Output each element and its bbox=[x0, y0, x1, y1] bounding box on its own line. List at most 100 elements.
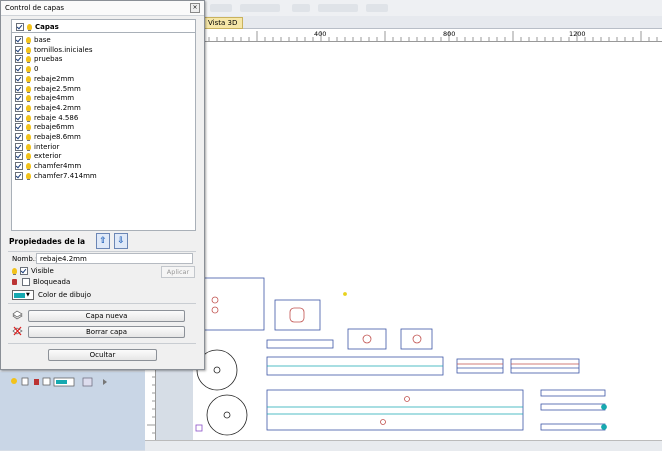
layer-visible-checkbox[interactable] bbox=[15, 133, 23, 141]
layer-visible-checkbox[interactable] bbox=[15, 162, 23, 171]
layer-row[interactable]: rebaje4.2mm bbox=[15, 103, 81, 113]
visible-row: Visible bbox=[12, 267, 54, 275]
menu-item[interactable] bbox=[292, 4, 310, 12]
layer-visible-checkbox[interactable] bbox=[15, 103, 23, 112]
layer-visible-checkbox[interactable] bbox=[15, 45, 23, 54]
layer-name: 0 bbox=[34, 65, 39, 74]
layer-name: rebaje2mm bbox=[34, 74, 75, 83]
layer-row[interactable]: 0 bbox=[15, 64, 38, 74]
layer-visible-checkbox[interactable] bbox=[15, 36, 23, 44]
layer-name: rebaje 4.586 bbox=[34, 113, 79, 122]
layer-visible-checkbox[interactable] bbox=[15, 142, 23, 151]
layer-visible-checkbox[interactable] bbox=[15, 74, 23, 83]
layer-row[interactable]: rebaje8.6mm bbox=[15, 132, 81, 142]
horizontal-scrollbar[interactable] bbox=[145, 440, 662, 451]
layer-visible-checkbox[interactable] bbox=[15, 55, 23, 64]
move-up-button[interactable]: ⇧ bbox=[96, 233, 110, 249]
layers-list-header: Capas bbox=[11, 19, 196, 33]
color-picker-button[interactable]: ▼ bbox=[12, 290, 34, 300]
bulb-icon bbox=[11, 378, 17, 384]
layer-name: chamfer7.414mm bbox=[34, 171, 97, 180]
layer-row[interactable]: interior bbox=[15, 142, 59, 152]
layer-visible-checkbox[interactable] bbox=[15, 94, 23, 103]
hide-button[interactable]: Ocultar bbox=[48, 349, 157, 361]
ruler-top: 400 800 1200 bbox=[193, 29, 662, 42]
bulb-icon bbox=[26, 46, 31, 54]
layer-name: tornillos.iniciales bbox=[34, 45, 93, 54]
part-long-rail bbox=[266, 389, 524, 431]
menu-item[interactable] bbox=[240, 4, 280, 12]
layer-row[interactable]: chamfer7.414mm bbox=[15, 171, 97, 181]
ruler-tick-label: 800 bbox=[443, 30, 456, 38]
tab-vista-3d[interactable]: Vista 3D bbox=[202, 17, 244, 29]
menu-item[interactable] bbox=[366, 4, 388, 12]
bulb-icon bbox=[26, 95, 31, 103]
layer-row[interactable]: rebaje2.5mm bbox=[15, 84, 81, 94]
layer-visible-checkbox[interactable] bbox=[15, 84, 23, 93]
layer-visible-checkbox[interactable] bbox=[15, 65, 23, 74]
drawing-canvas[interactable] bbox=[193, 42, 662, 440]
print-icon bbox=[103, 379, 107, 385]
part-block bbox=[274, 299, 321, 331]
ruler-tick-label: 400 bbox=[314, 30, 327, 38]
color-swatch bbox=[14, 292, 25, 298]
layer-name: rebaje8.6mm bbox=[34, 133, 81, 141]
layer-row[interactable]: rebaje6mm bbox=[15, 122, 74, 132]
part-bracket bbox=[347, 328, 387, 350]
layer-row[interactable]: rebaje2mm bbox=[15, 74, 74, 84]
bulb-icon bbox=[26, 134, 31, 141]
layer-row[interactable]: tornillos.iniciales bbox=[15, 45, 93, 55]
layer-name-input[interactable]: rebaje4.2mm bbox=[36, 253, 193, 264]
layer-row[interactable]: pruebas bbox=[15, 54, 62, 64]
locked-row: Bloqueada bbox=[12, 278, 70, 286]
part-plate bbox=[200, 277, 265, 331]
checkbox-icon bbox=[42, 377, 51, 386]
close-icon[interactable]: × bbox=[190, 3, 200, 13]
visible-label: Visible bbox=[31, 267, 54, 275]
visible-checkbox[interactable] bbox=[20, 267, 28, 275]
part-bracket-2 bbox=[400, 328, 433, 350]
layer-toolbar bbox=[10, 376, 120, 388]
arrow-up-icon: ⇧ bbox=[99, 236, 107, 246]
layer-row[interactable]: rebaje4mm bbox=[15, 93, 74, 103]
delete-layer-button[interactable]: Borrar capa bbox=[28, 326, 185, 338]
layer-name: pruebas bbox=[34, 55, 63, 64]
layer-name: base bbox=[34, 36, 51, 44]
all-layers-checkbox[interactable] bbox=[16, 23, 24, 31]
layer-row[interactable]: chamfer4mm bbox=[15, 161, 81, 171]
menu-item[interactable] bbox=[210, 4, 232, 12]
new-layer-icon bbox=[12, 310, 23, 320]
lock-icon bbox=[12, 279, 17, 285]
layer-name: rebaje4.2mm bbox=[34, 103, 81, 112]
bulb-icon bbox=[26, 163, 31, 171]
ruler-top-ticks bbox=[193, 31, 658, 41]
locked-checkbox[interactable] bbox=[22, 278, 30, 286]
layer-visible-checkbox[interactable] bbox=[15, 171, 23, 180]
locked-label: Bloqueada bbox=[33, 278, 71, 286]
layers-list[interactable]: base tornillos.iniciales pruebas 0 rebaje2mm… bbox=[11, 32, 196, 231]
part-bar bbox=[266, 339, 334, 349]
layer-row[interactable]: rebaje 4.586 bbox=[15, 113, 78, 123]
chevron-down-icon: ▼ bbox=[26, 292, 30, 298]
bulb-icon bbox=[26, 153, 31, 161]
part-disc-2 bbox=[206, 394, 248, 436]
bulb-icon bbox=[26, 124, 31, 132]
layer-row[interactable]: exterior bbox=[15, 151, 61, 161]
layer-visible-checkbox[interactable] bbox=[15, 123, 23, 132]
layer-icon bbox=[82, 377, 93, 387]
layer-name: rebaje4mm bbox=[34, 94, 75, 103]
apply-button[interactable]: Aplicar bbox=[161, 266, 195, 278]
layer-visible-checkbox[interactable] bbox=[15, 113, 23, 122]
layer-visible-checkbox[interactable] bbox=[15, 152, 23, 161]
menu-item[interactable] bbox=[318, 4, 358, 12]
move-down-button[interactable]: ⇩ bbox=[114, 233, 128, 249]
layer-name: rebaje2.5mm bbox=[34, 84, 81, 93]
part-profile-2 bbox=[510, 358, 580, 374]
bulb-icon bbox=[26, 85, 31, 93]
new-layer-button[interactable]: Capa nueva bbox=[28, 310, 185, 322]
dialog-titlebar[interactable]: Control de capas × bbox=[1, 1, 204, 16]
ruler-tick-label: 1200 bbox=[569, 30, 586, 38]
name-label: Nomb.: bbox=[12, 255, 38, 263]
bulb-icon bbox=[12, 268, 17, 275]
layer-row[interactable]: base bbox=[15, 35, 51, 45]
